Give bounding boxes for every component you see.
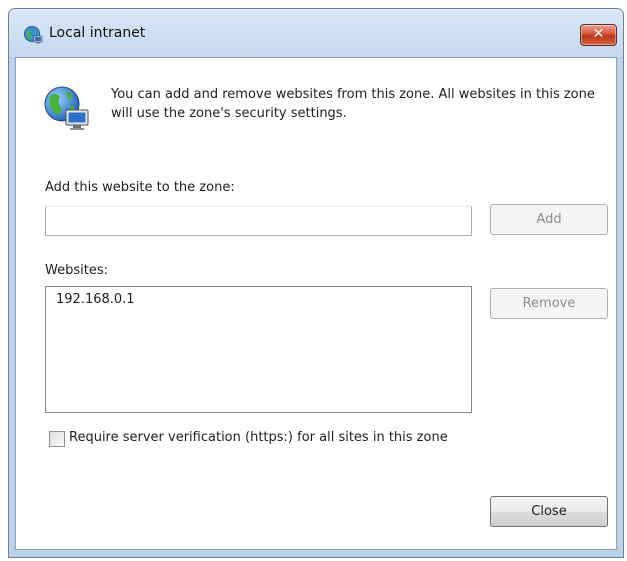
intranet-globe-icon xyxy=(44,86,89,130)
zone-description: You can add and remove websites from thi… xyxy=(111,87,595,121)
add-website-label: Add this website to the zone: xyxy=(45,180,235,195)
window-title: Local intranet xyxy=(49,25,146,41)
remove-button[interactable]: Remove xyxy=(490,288,608,319)
server-verification-checkbox[interactable] xyxy=(49,431,65,447)
local-intranet-dialog: Local intranet ✕ You can add and remove … xyxy=(8,8,624,558)
title-bar[interactable]: Local intranet ✕ xyxy=(9,9,623,57)
server-verification-label[interactable]: Require server verification (https:) for… xyxy=(69,430,448,445)
close-window-button[interactable]: ✕ xyxy=(580,24,617,46)
intranet-globe-icon xyxy=(24,26,43,44)
list-item[interactable]: 192.168.0.1 xyxy=(56,292,135,307)
add-website-input[interactable] xyxy=(45,206,472,236)
websites-list[interactable]: 192.168.0.1 xyxy=(45,286,472,413)
websites-label: Websites: xyxy=(45,263,108,278)
add-button[interactable]: Add xyxy=(490,204,608,235)
dialog-body: You can add and remove websites from thi… xyxy=(15,57,617,550)
close-button[interactable]: Close xyxy=(490,496,608,527)
